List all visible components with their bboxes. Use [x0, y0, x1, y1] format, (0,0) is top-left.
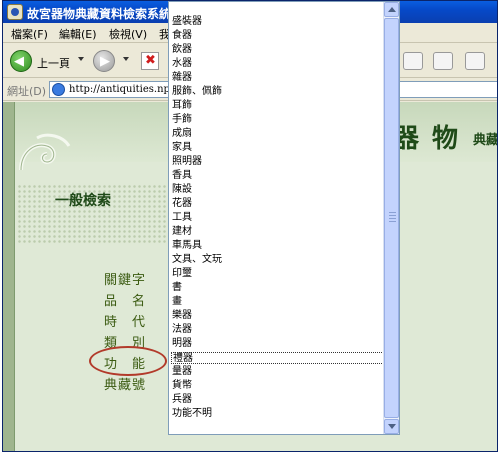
option-6[interactable]: 耳飾	[171, 100, 386, 112]
back-arrow-icon: ◀	[14, 54, 24, 69]
grip-line	[389, 212, 396, 213]
option-7[interactable]: 手飾	[171, 114, 386, 126]
forward-dropdown-icon[interactable]	[123, 57, 129, 61]
menu-file[interactable]: 檔案(F)	[11, 26, 48, 42]
field-label-keyword: 關鍵字	[104, 273, 147, 288]
scroll-up-button[interactable]	[384, 2, 399, 17]
chevron-down-icon	[388, 424, 396, 429]
back-dropdown-icon[interactable]	[78, 57, 84, 61]
page-left-frame	[3, 102, 15, 451]
field-label-accession: 典藏號	[104, 378, 147, 393]
option-5[interactable]: 服飾、佩飾	[171, 86, 386, 98]
address-label: 網址(D)	[7, 85, 47, 98]
option-23[interactable]: 明器	[171, 338, 386, 350]
option-9[interactable]: 家具	[171, 142, 386, 154]
option-19[interactable]: 書	[171, 282, 386, 294]
scroll-thumb[interactable]	[384, 18, 399, 418]
option-14[interactable]: 工具	[171, 212, 386, 224]
option-21[interactable]: 樂器	[171, 310, 386, 322]
menu-edit[interactable]: 編輯(E)	[59, 26, 97, 42]
option-20[interactable]: 畫	[171, 296, 386, 308]
option-18[interactable]: 印璽	[171, 268, 386, 280]
option-26[interactable]: 貨幣	[171, 380, 386, 392]
grip-line	[389, 215, 396, 216]
scroll-down-button[interactable]	[384, 419, 399, 434]
option-4[interactable]: 雜器	[171, 72, 386, 84]
option-2[interactable]: 飲器	[171, 44, 386, 56]
option-11[interactable]: 香具	[171, 170, 386, 182]
option-10[interactable]: 照明器	[171, 156, 386, 168]
cloud-ornament-icon	[19, 133, 71, 171]
chevron-up-icon	[388, 7, 396, 12]
menu-view[interactable]: 檢視(V)	[109, 26, 147, 42]
grip-line	[389, 221, 396, 222]
edit-icon[interactable]	[465, 52, 485, 70]
option-1[interactable]: 食器	[171, 30, 386, 42]
field-label-name: 品 名	[104, 294, 147, 309]
function-dropdown-list[interactable]: 盛裝器 食器 飲器 水器 雜器 服飾、佩飾 耳飾 手飾 成扇 家具 照明器 香具…	[168, 1, 400, 435]
option-27[interactable]: 兵器	[171, 394, 386, 406]
back-button[interactable]: ◀	[10, 50, 32, 72]
print-icon[interactable]	[433, 52, 453, 70]
option-12[interactable]: 陳設	[171, 184, 386, 196]
stop-button[interactable]: ✖	[141, 52, 159, 70]
browser-window: 故宮器物典藏資料檢索系統 檔案(F) 編輯(E) 檢視(V) 我 ◀ 上一頁 ▶…	[2, 0, 498, 452]
option-24[interactable]: 禮器	[171, 352, 386, 364]
option-16[interactable]: 車馬具	[171, 240, 386, 252]
forward-button[interactable]: ▶	[93, 50, 115, 72]
option-13[interactable]: 花器	[171, 198, 386, 210]
option-0[interactable]: 盛裝器	[171, 16, 386, 28]
dropdown-scrollbar[interactable]	[383, 2, 399, 434]
highlight-oval	[89, 346, 167, 376]
banner-subtitle: 典藏	[473, 133, 498, 148]
page-icon	[52, 83, 65, 96]
option-3[interactable]: 水器	[171, 58, 386, 70]
section-title: 一般檢索	[55, 193, 111, 209]
app-icon	[7, 4, 23, 20]
banner-title: 器 物	[393, 124, 461, 154]
window-title: 故宮器物典藏資料檢索系統	[27, 7, 172, 21]
field-label-period: 時 代	[104, 315, 147, 330]
mail-icon[interactable]	[403, 52, 423, 70]
option-28[interactable]: 功能不明	[171, 408, 386, 420]
stop-icon: ✖	[145, 53, 156, 68]
grip-line	[389, 218, 396, 219]
option-22[interactable]: 法器	[171, 324, 386, 336]
option-25[interactable]: 量器	[171, 366, 386, 378]
option-15[interactable]: 建材	[171, 226, 386, 238]
option-8[interactable]: 成扇	[171, 128, 386, 140]
forward-arrow-icon: ▶	[100, 54, 110, 69]
back-label: 上一頁	[37, 57, 70, 70]
option-17[interactable]: 文具、文玩	[171, 254, 386, 266]
